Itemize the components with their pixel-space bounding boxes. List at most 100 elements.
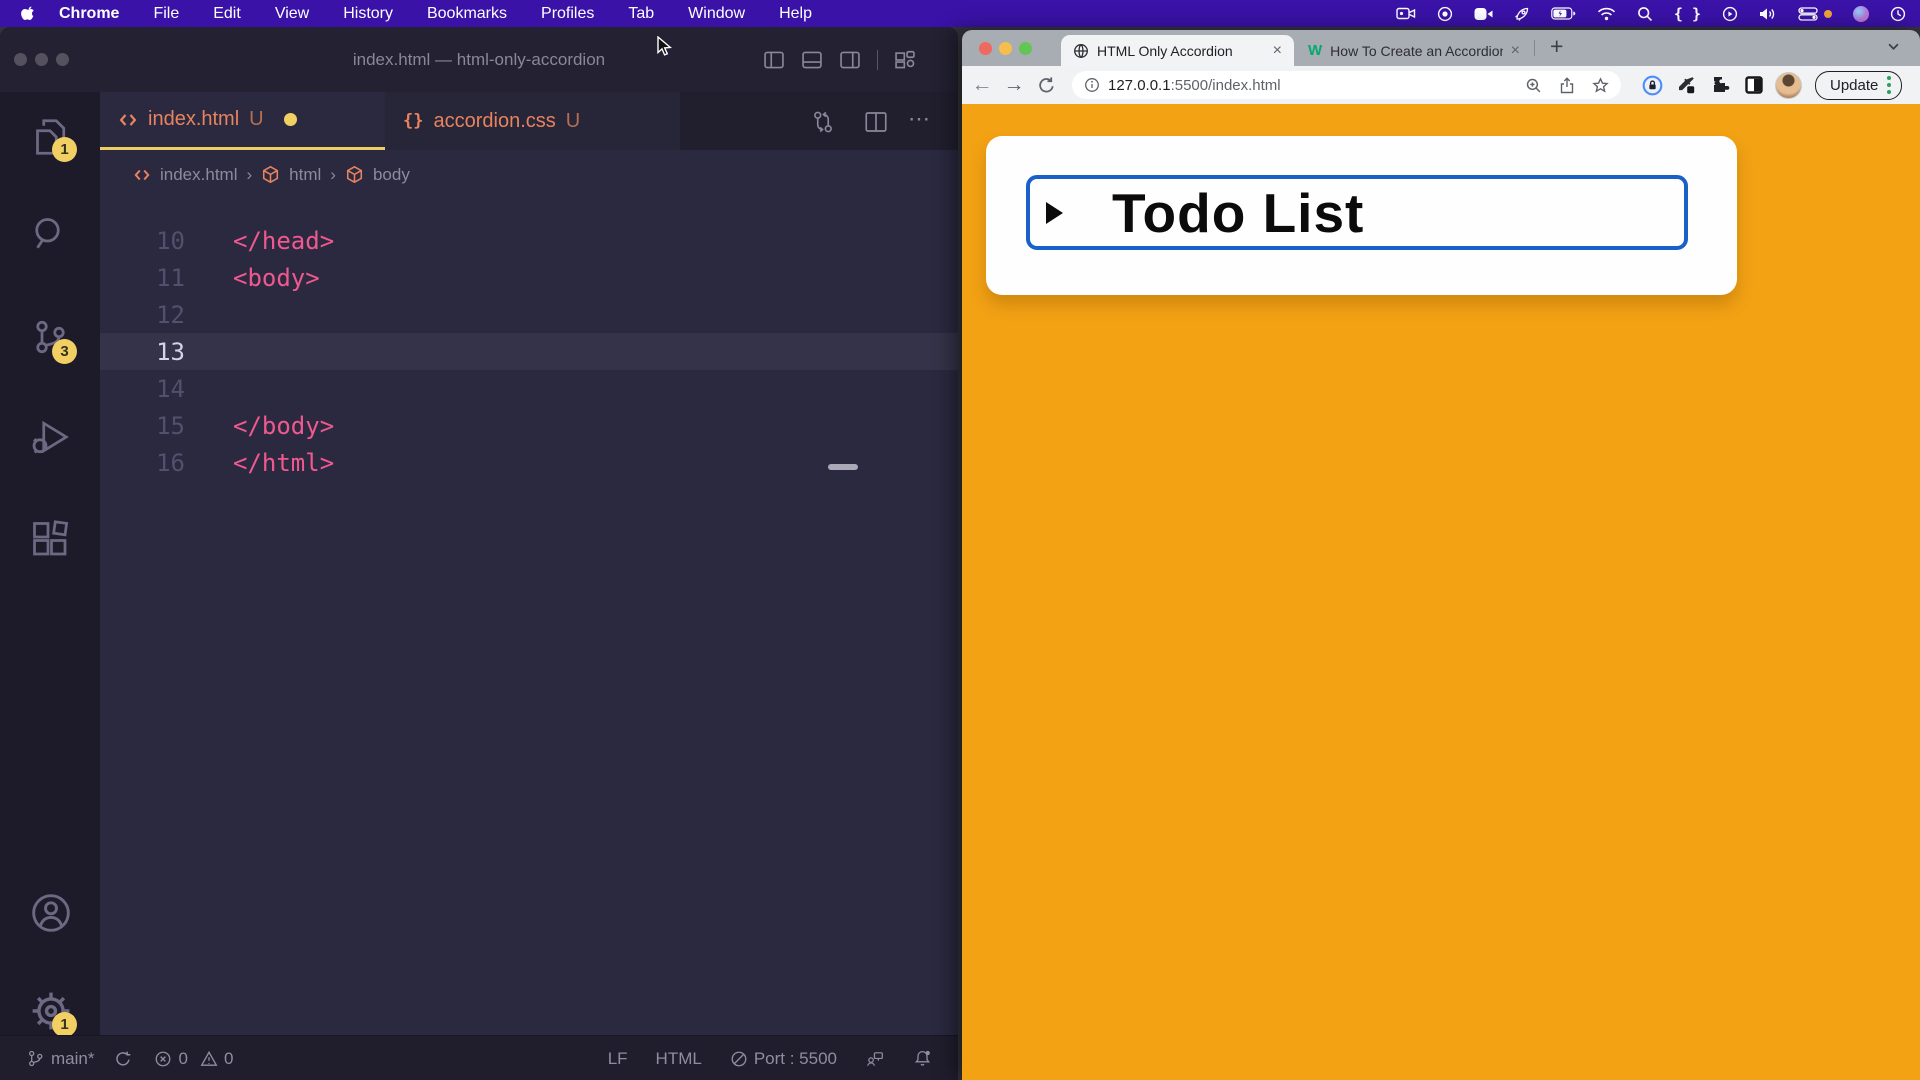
- source-control-icon[interactable]: 3: [30, 317, 70, 357]
- extension-colorpicker-icon[interactable]: [1669, 75, 1703, 95]
- rocket-icon[interactable]: [1514, 6, 1530, 22]
- live-share-icon[interactable]: [865, 1050, 885, 1068]
- code-line[interactable]: 11<body>: [100, 259, 958, 296]
- language-status-item[interactable]: HTML: [656, 1049, 702, 1069]
- volume-icon[interactable]: [1759, 7, 1777, 21]
- toggle-primary-sidebar-icon[interactable]: [763, 49, 785, 71]
- minimize-traffic-light[interactable]: [999, 42, 1012, 55]
- notifications-bell-icon[interactable]: [913, 1049, 932, 1068]
- toggle-panel-icon[interactable]: [801, 49, 823, 71]
- split-editor-icon[interactable]: [864, 110, 888, 134]
- error-count: 0: [178, 1049, 187, 1069]
- menu-item-help[interactable]: Help: [762, 5, 829, 23]
- reload-icon[interactable]: [1030, 76, 1062, 95]
- code-line[interactable]: 14: [100, 370, 958, 407]
- clock-icon[interactable]: [1890, 6, 1906, 22]
- apple-logo-icon[interactable]: [0, 5, 42, 22]
- errors-status-item[interactable]: 0: [154, 1049, 187, 1069]
- extension-privacy-icon[interactable]: [1635, 75, 1669, 96]
- accordion-summary-label: Todo List: [1112, 181, 1364, 245]
- vscode-title-bar[interactable]: index.html — html-only-accordion: [0, 27, 958, 92]
- menu-item-edit[interactable]: Edit: [196, 5, 258, 23]
- breadcrumb-file[interactable]: index.html: [160, 165, 237, 185]
- facetime-camera-icon[interactable]: [1474, 7, 1493, 21]
- breadcrumb-separator: ›: [246, 165, 252, 185]
- line-number: 13: [100, 338, 185, 366]
- search-icon[interactable]: [30, 214, 70, 254]
- breadcrumb-node[interactable]: body: [373, 165, 410, 185]
- menu-item-window[interactable]: Window: [671, 5, 762, 23]
- accordion-summary[interactable]: Todo List: [1026, 175, 1688, 250]
- webpage-viewport: Todo List: [962, 104, 1920, 1080]
- browser-menu-kebab-icon[interactable]: [1887, 76, 1891, 94]
- tab-separator: [1534, 40, 1535, 56]
- close-traffic-light[interactable]: [979, 42, 992, 55]
- extensions-icon[interactable]: [30, 520, 70, 560]
- omnibox-url-bar[interactable]: 127.0.0.1:5500/index.html: [1072, 71, 1621, 99]
- sync-status-item[interactable]: [114, 1050, 132, 1068]
- back-icon[interactable]: ←: [966, 73, 998, 97]
- site-info-icon[interactable]: [1084, 77, 1100, 93]
- live-server-port-item[interactable]: Port : 5500: [730, 1049, 837, 1069]
- new-tab-button[interactable]: +: [1550, 33, 1563, 60]
- tab-how-to-create-accordion[interactable]: W How To Create an Accordion ×: [1298, 35, 1530, 66]
- titlebar-separator: [877, 50, 878, 70]
- code-editor[interactable]: 10</head> 11<body> 12 13 14 15</body> 16…: [100, 199, 958, 1035]
- menu-item-history[interactable]: History: [326, 5, 410, 23]
- warnings-status-item[interactable]: 0: [200, 1049, 233, 1069]
- accounts-icon[interactable]: [30, 892, 72, 934]
- editor-sash-handle[interactable]: [828, 464, 858, 470]
- code-line[interactable]: 16</html>: [100, 444, 958, 481]
- dirty-dot-icon[interactable]: [284, 113, 297, 126]
- tab-html-only-accordion[interactable]: HTML Only Accordion ×: [1061, 35, 1294, 66]
- tab-close-icon[interactable]: ×: [1273, 43, 1282, 59]
- branch-status-item[interactable]: main*: [26, 1049, 94, 1069]
- explorer-icon[interactable]: 1: [30, 117, 70, 157]
- customize-layout-icon[interactable]: [894, 49, 916, 71]
- tab-search-chevron-icon[interactable]: [1888, 43, 1899, 50]
- open-changes-icon[interactable]: [811, 110, 835, 134]
- control-center-icon[interactable]: [1798, 7, 1832, 21]
- zoom-icon[interactable]: [1525, 77, 1542, 94]
- menu-item-file[interactable]: File: [136, 5, 196, 23]
- zoom-traffic-light[interactable]: [1019, 42, 1032, 55]
- play-circle-icon[interactable]: [1722, 6, 1738, 22]
- profile-avatar[interactable]: [1771, 72, 1805, 99]
- breadcrumb-node[interactable]: html: [289, 165, 321, 185]
- share-icon[interactable]: [1559, 77, 1575, 94]
- line-text: <body>: [233, 264, 320, 292]
- forward-icon[interactable]: →: [998, 73, 1030, 97]
- record-icon[interactable]: [1437, 6, 1453, 22]
- menu-item-profiles[interactable]: Profiles: [524, 5, 611, 23]
- menu-item-tab[interactable]: Tab: [611, 5, 671, 23]
- symbol-cube-icon: [345, 165, 364, 184]
- extensions-puzzle-icon[interactable]: [1703, 75, 1737, 95]
- breadcrumb[interactable]: index.html › html › body: [100, 150, 958, 199]
- toggle-secondary-sidebar-icon[interactable]: [839, 49, 861, 71]
- code-line[interactable]: 12: [100, 296, 958, 333]
- wifi-icon[interactable]: [1597, 7, 1616, 21]
- siri-icon[interactable]: [1853, 6, 1869, 22]
- code-line-current[interactable]: 13: [100, 333, 958, 370]
- update-chrome-button[interactable]: Update: [1815, 71, 1902, 100]
- extension-darkmode-icon[interactable]: [1737, 75, 1771, 95]
- port-label: Port : 5500: [754, 1049, 837, 1069]
- code-braces-icon[interactable]: { }: [1674, 5, 1701, 23]
- code-line[interactable]: 15</body>: [100, 407, 958, 444]
- code-line[interactable]: 10</head>: [100, 222, 958, 259]
- run-debug-icon[interactable]: [30, 417, 70, 457]
- eol-status-item[interactable]: LF: [608, 1049, 628, 1069]
- tab-index-html[interactable]: index.html U: [100, 92, 385, 150]
- menubar-status-icons: { }: [1396, 5, 1920, 23]
- camcorder-icon[interactable]: [1396, 6, 1416, 21]
- battery-icon[interactable]: [1551, 7, 1576, 20]
- menu-item-bookmarks[interactable]: Bookmarks: [410, 5, 524, 23]
- menu-item-chrome[interactable]: Chrome: [42, 5, 136, 23]
- more-actions-icon[interactable]: ⋯: [908, 106, 932, 132]
- tab-close-icon[interactable]: ×: [1511, 43, 1520, 59]
- settings-gear-icon[interactable]: 1: [30, 990, 72, 1032]
- bookmark-star-icon[interactable]: [1592, 77, 1609, 94]
- menu-item-view[interactable]: View: [258, 5, 326, 23]
- tab-accordion-css[interactable]: {} accordion.css U: [385, 92, 680, 150]
- spotlight-search-icon[interactable]: [1637, 6, 1653, 22]
